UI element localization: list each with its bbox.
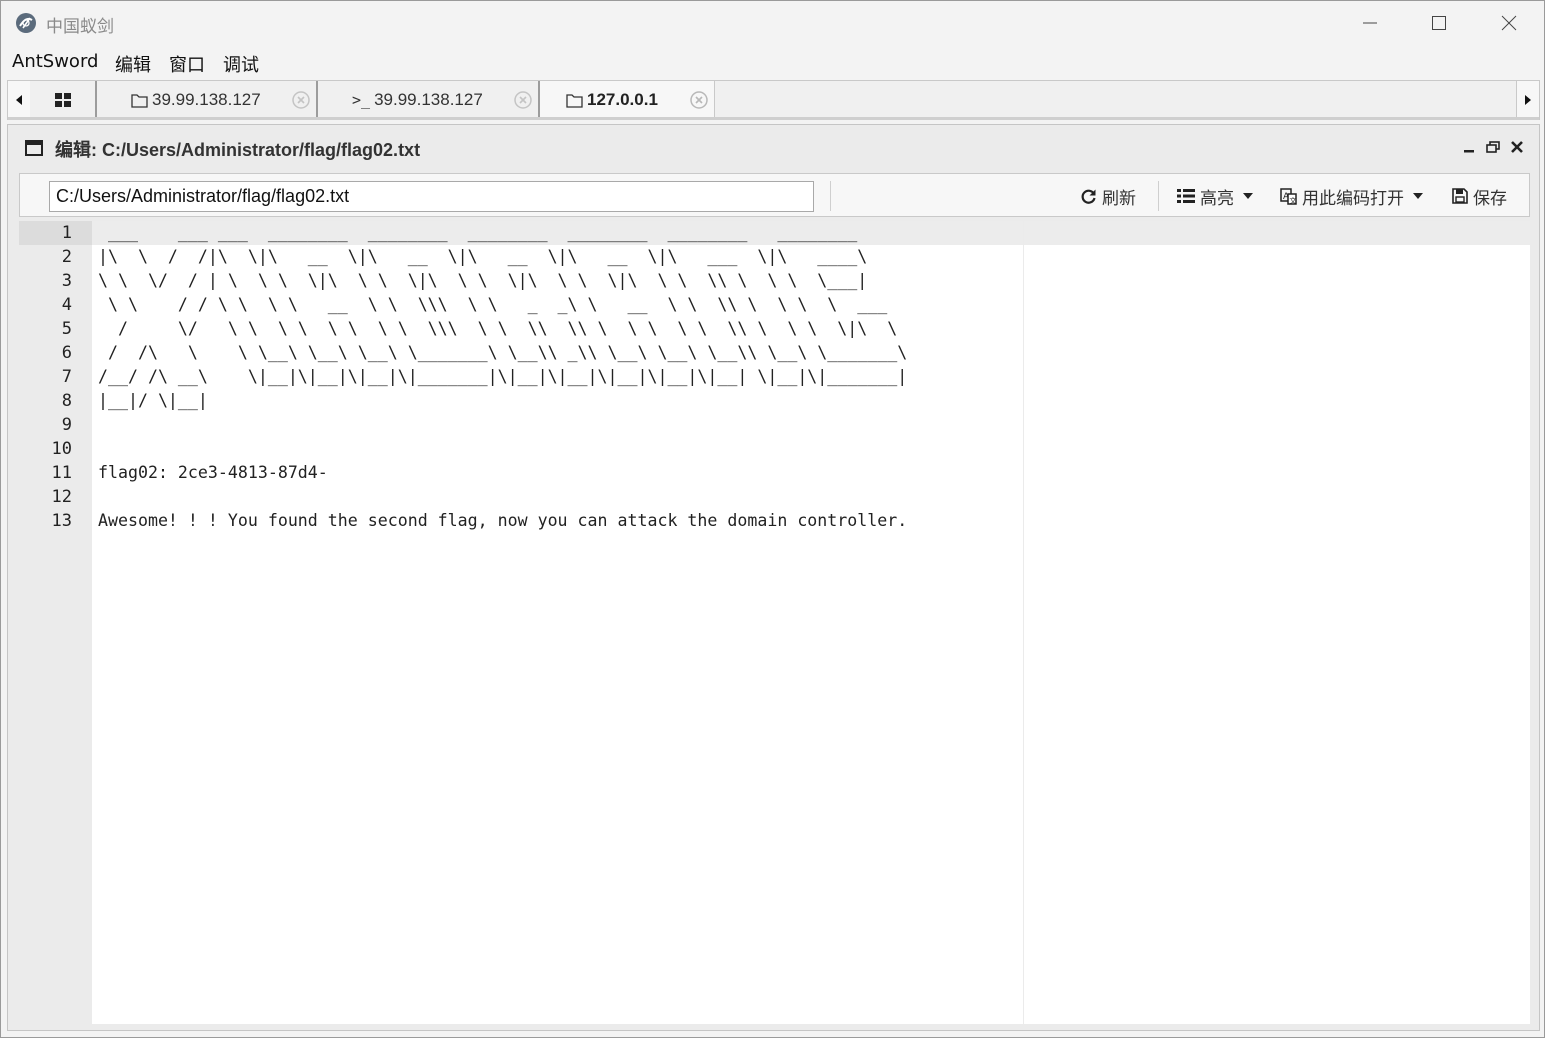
line-number: 4 bbox=[61, 295, 72, 315]
menu-debug[interactable]: 调试 bbox=[223, 51, 259, 77]
editor-toolbar: 刷新 高亮 A bbox=[19, 173, 1530, 217]
line-numbers: 1 2 3 4 5 6 7 8 9 10 11 12 13 bbox=[19, 221, 72, 533]
list-icon bbox=[1177, 189, 1195, 203]
save-button[interactable]: 保存 bbox=[1452, 183, 1507, 209]
code-line: \ \ / / \ \ \ \ __ \ \ \\\ \ \ _ _\ \ __… bbox=[98, 295, 888, 314]
flag-line: flag02: 2ce3-4813-87d4- bbox=[98, 463, 328, 482]
tab-file-manager-1[interactable]: 39.99.138.127 bbox=[97, 81, 318, 119]
code-line: /__/ /\ __\ \|__|\|__|\|__|\|_______|\|_… bbox=[98, 367, 908, 386]
menu-edit[interactable]: 编辑 bbox=[115, 51, 151, 77]
caret-down-icon bbox=[1413, 193, 1423, 199]
open-with-encoding-dropdown[interactable]: A 文 用此编码打开 bbox=[1280, 183, 1424, 209]
tab-scroll-left-button[interactable] bbox=[8, 81, 31, 119]
print-margin bbox=[1023, 221, 1024, 1024]
line-number: 13 bbox=[51, 511, 72, 531]
code-line: / \/ \ \ \ \ \ \ \ \ \\\ \ \ \\ \\ \ \ \… bbox=[98, 319, 898, 338]
line-number: 5 bbox=[61, 319, 72, 339]
minimize-button[interactable] bbox=[1335, 1, 1405, 45]
panel-close-button[interactable] bbox=[1507, 137, 1527, 157]
window-icon bbox=[25, 140, 43, 156]
menu-antsword[interactable]: AntSword bbox=[12, 51, 98, 72]
highlight-label: 高亮 bbox=[1200, 188, 1234, 209]
tab-strip: 39.99.138.127 >_ 39.99.138.127 127.0.0.1 bbox=[7, 80, 1540, 120]
file-path-input[interactable] bbox=[49, 181, 814, 212]
tab-label: 39.99.138.127 bbox=[152, 90, 261, 109]
panel-header: 编辑: C:/Users/Administrator/flag/flag02.t… bbox=[8, 125, 1539, 169]
save-icon bbox=[1452, 188, 1468, 204]
code-line: |__|/ \|__| bbox=[98, 391, 208, 410]
code-line: / /\ \ \ \__\ \__\ \__\ \_______\ \__\\ … bbox=[98, 343, 908, 362]
maximize-icon bbox=[1432, 16, 1446, 30]
maximize-button[interactable] bbox=[1404, 1, 1474, 45]
tab-close-icon[interactable] bbox=[514, 91, 532, 109]
tab-close-icon[interactable] bbox=[690, 91, 708, 109]
line-number: 9 bbox=[61, 415, 72, 435]
svg-text:文: 文 bbox=[1290, 196, 1297, 205]
folder-icon bbox=[131, 93, 148, 108]
panel-minimize-button[interactable] bbox=[1459, 137, 1479, 157]
refresh-label: 刷新 bbox=[1102, 188, 1136, 209]
code-line: ___ ___ ___ ________ ________ ________ _… bbox=[98, 223, 858, 242]
encoding-icon: A 文 bbox=[1280, 187, 1297, 205]
editor-panel: 编辑: C:/Users/Administrator/flag/flag02.t… bbox=[7, 124, 1540, 1031]
toolbar-divider bbox=[1158, 181, 1159, 211]
menu-bar: AntSword 编辑 窗口 调试 bbox=[1, 45, 1544, 79]
encoding-label: 用此编码打开 bbox=[1302, 188, 1404, 209]
restore-icon bbox=[1486, 141, 1500, 153]
code-line: |\ \ / /|\ \|\ __ \|\ __ \|\ __ \|\ __ \… bbox=[98, 247, 868, 266]
tab-close-icon[interactable] bbox=[292, 91, 310, 109]
save-label: 保存 bbox=[1473, 188, 1507, 209]
tab-strip-border bbox=[8, 117, 1539, 120]
grid-icon bbox=[54, 93, 71, 107]
code-editor[interactable]: 1 2 3 4 5 6 7 8 9 10 11 12 13 ___ ___ __… bbox=[19, 221, 1530, 1024]
message-line: Awesome! ! ! You found the second flag, … bbox=[98, 511, 908, 530]
tab-terminal[interactable]: >_ 39.99.138.127 bbox=[318, 81, 540, 119]
line-number: 7 bbox=[61, 367, 72, 387]
panel-title: 编辑: C:/Users/Administrator/flag/flag02.t… bbox=[55, 140, 421, 160]
line-number: 11 bbox=[51, 463, 72, 483]
minimize-icon bbox=[1363, 22, 1377, 24]
code-line: \ \ \/ / | \ \ \ \|\ \ \ \|\ \ \ \|\ \ \… bbox=[98, 271, 868, 290]
tab-label: 127.0.0.1 bbox=[587, 90, 658, 109]
close-icon bbox=[1511, 141, 1523, 153]
tab-home[interactable] bbox=[30, 81, 97, 119]
tab-label: 39.99.138.127 bbox=[374, 90, 483, 109]
highlight-dropdown[interactable]: 高亮 bbox=[1177, 183, 1254, 209]
line-number: 8 bbox=[61, 391, 72, 411]
close-window-button[interactable] bbox=[1474, 1, 1544, 45]
app-window: 中国蚁剑 AntSword 编辑 窗口 调试 39.99.138.127 >_ … bbox=[0, 0, 1545, 1038]
tab-scroll-right-button[interactable] bbox=[1516, 81, 1539, 119]
minimize-icon bbox=[1464, 150, 1474, 153]
window-title: 中国蚁剑 bbox=[46, 17, 114, 37]
caret-right-icon bbox=[1525, 95, 1531, 105]
panel-restore-button[interactable] bbox=[1483, 137, 1503, 157]
line-number: 12 bbox=[51, 487, 72, 507]
caret-down-icon bbox=[1243, 193, 1253, 199]
terminal-icon: >_ bbox=[352, 91, 371, 109]
title-bar: 中国蚁剑 bbox=[1, 1, 1544, 45]
line-number: 1 bbox=[61, 223, 72, 243]
menu-window[interactable]: 窗口 bbox=[169, 51, 205, 77]
line-number: 6 bbox=[61, 343, 72, 363]
caret-left-icon bbox=[16, 95, 22, 105]
refresh-icon bbox=[1081, 189, 1096, 204]
close-icon bbox=[1501, 15, 1517, 31]
folder-icon bbox=[566, 93, 583, 108]
refresh-button[interactable]: 刷新 bbox=[1080, 183, 1136, 209]
line-number: 2 bbox=[61, 247, 72, 267]
code-content[interactable]: ___ ___ ___ ________ ________ ________ _… bbox=[98, 221, 907, 533]
line-number: 10 bbox=[51, 439, 72, 459]
antsword-logo-icon bbox=[15, 12, 37, 34]
toolbar-divider bbox=[830, 181, 831, 211]
tab-file-manager-local[interactable]: 127.0.0.1 bbox=[540, 81, 715, 119]
line-number: 3 bbox=[61, 271, 72, 291]
